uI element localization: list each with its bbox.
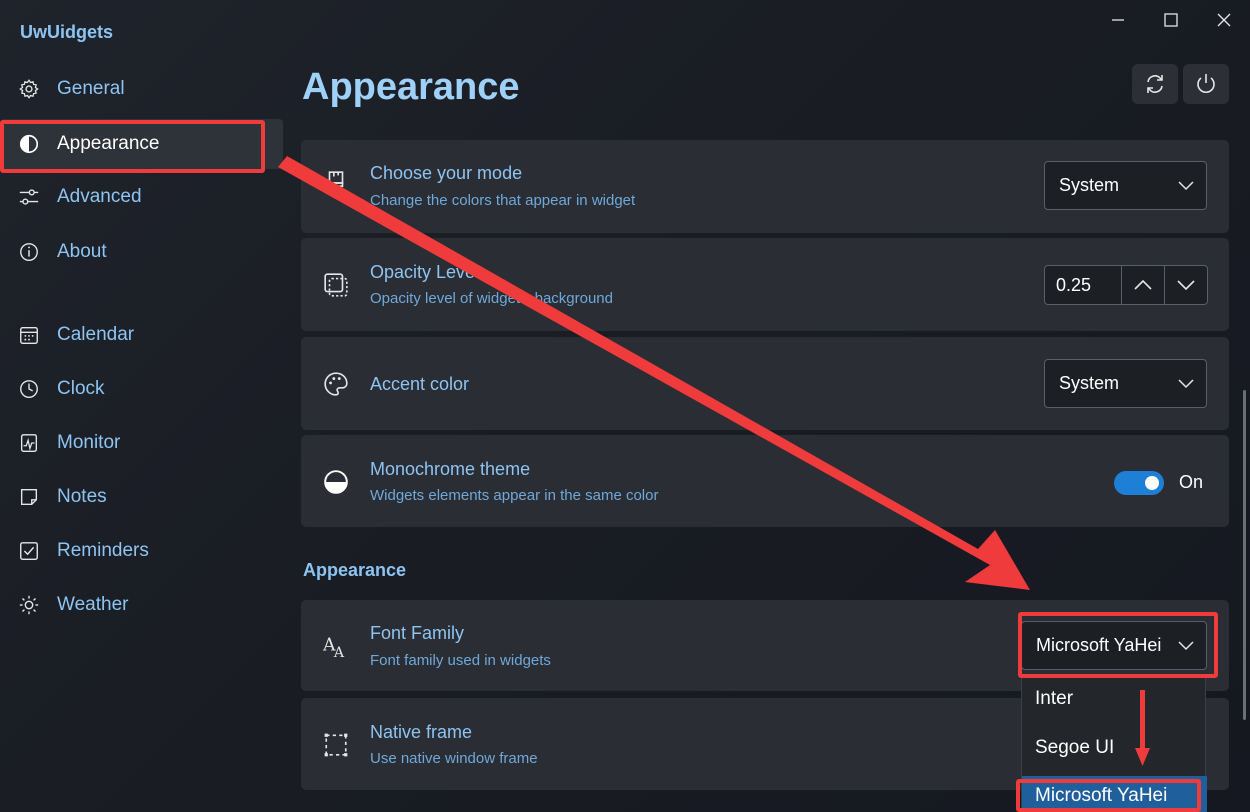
chevron-down-icon: [1177, 280, 1195, 290]
info-icon: [18, 241, 40, 263]
setting-subtitle: Opacity level of widget's background: [370, 290, 613, 307]
sidebar-item-reminders[interactable]: Reminders: [0, 526, 283, 576]
app-title: UwUidgets: [20, 22, 114, 42]
mode-dropdown[interactable]: System: [1044, 161, 1207, 210]
opacity-icon: [324, 273, 348, 297]
chevron-down-icon: [1178, 378, 1194, 388]
chevron-up-icon: [1134, 280, 1152, 290]
annotation-highlight-selected-font: [1016, 779, 1201, 812]
font-option-segoe-ui[interactable]: Segoe UI: [1022, 728, 1207, 768]
minimize-icon: [1111, 19, 1124, 21]
mode-dropdown-value: System: [1059, 175, 1120, 195]
setting-title: Monochrome theme: [370, 459, 531, 479]
close-button[interactable]: [1197, 0, 1250, 40]
sidebar-item-weather[interactable]: Weather: [0, 580, 283, 630]
opacity-stepper[interactable]: 0.25: [1044, 265, 1208, 305]
opacity-value[interactable]: 0.25: [1045, 266, 1121, 304]
sidebar-item-calendar[interactable]: Calendar: [0, 310, 283, 360]
setting-title: Font Family: [370, 623, 465, 643]
accent-dropdown-value: System: [1059, 373, 1120, 393]
sidebar-item-general[interactable]: General: [0, 64, 283, 114]
palette-icon: [324, 372, 348, 396]
sidebar-item-label: Clock: [57, 378, 105, 399]
window-controls: [1091, 0, 1250, 40]
accent-dropdown[interactable]: System: [1044, 359, 1207, 408]
font-icon: AA: [323, 635, 345, 659]
frame-icon: [324, 733, 348, 757]
toggle-knob: [1145, 476, 1159, 490]
sidebar-item-label: Weather: [57, 594, 129, 615]
setting-card-accent: Accent color System: [301, 337, 1229, 430]
monochrome-toggle[interactable]: [1114, 471, 1164, 495]
setting-card-monochrome: Monochrome theme Widgets elements appear…: [301, 435, 1229, 527]
sun-icon: [18, 594, 40, 616]
setting-title: Native frame: [370, 722, 473, 742]
toggle-label: On: [1179, 472, 1204, 492]
annotation-highlight-appearance: [0, 120, 265, 173]
annotation-highlight-font-dropdown: [1018, 612, 1218, 678]
sliders-icon: [18, 186, 40, 208]
setting-card-mode: Choose your mode Change the colors that …: [301, 140, 1229, 233]
setting-subtitle: Change the colors that appear in widget: [370, 192, 636, 209]
setting-subtitle: Use native window frame: [370, 750, 538, 767]
refresh-button[interactable]: [1132, 64, 1178, 104]
close-icon: [1217, 13, 1230, 27]
sidebar-item-advanced[interactable]: Advanced: [0, 172, 283, 222]
sidebar-item-about[interactable]: About: [0, 227, 283, 277]
setting-card-opacity: Opacity Level Opacity level of widget's …: [301, 238, 1229, 331]
clock-icon: [18, 378, 40, 400]
power-button[interactable]: [1183, 64, 1229, 104]
monitor-icon: [18, 432, 40, 454]
chevron-down-icon: [1178, 180, 1194, 190]
sidebar-item-label: Calendar: [57, 324, 135, 345]
setting-title: Choose your mode: [370, 163, 523, 183]
font-option-inter[interactable]: Inter: [1022, 679, 1207, 719]
sidebar-item-label: Monitor: [57, 432, 121, 453]
sidebar-item-label: General: [57, 78, 125, 99]
sidebar-item-label: Advanced: [57, 186, 142, 207]
calendar-icon: [18, 324, 40, 346]
sidebar-item-label: Notes: [57, 486, 107, 507]
sidebar-item-label: Reminders: [57, 540, 149, 561]
minimize-button[interactable]: [1091, 0, 1144, 40]
paintbrush-icon: [328, 171, 344, 195]
setting-title: Opacity Level: [370, 262, 480, 282]
gear-icon: [18, 78, 40, 100]
setting-subtitle: Widgets elements appear in the same colo…: [370, 487, 659, 504]
note-icon: [18, 486, 40, 508]
page-title: Appearance: [302, 66, 520, 108]
maximize-icon: [1163, 13, 1178, 27]
setting-subtitle: Font family used in widgets: [370, 652, 551, 669]
increment-button[interactable]: [1121, 266, 1164, 304]
refresh-icon: [1147, 75, 1163, 93]
sidebar-item-clock[interactable]: Clock: [0, 364, 283, 414]
svg-text:A: A: [333, 645, 345, 659]
setting-title: Accent color: [370, 374, 470, 394]
section-header: Appearance: [303, 560, 407, 580]
half-circle-icon: [324, 470, 348, 494]
decrement-button[interactable]: [1164, 266, 1207, 304]
sidebar-item-label: About: [57, 241, 107, 262]
scrollbar[interactable]: [1243, 390, 1246, 720]
sidebar-item-monitor[interactable]: Monitor: [0, 418, 283, 468]
sidebar-item-notes[interactable]: Notes: [0, 472, 283, 522]
power-icon: [1197, 74, 1215, 93]
maximize-button[interactable]: [1144, 0, 1197, 40]
checkbox-icon: [18, 540, 40, 562]
